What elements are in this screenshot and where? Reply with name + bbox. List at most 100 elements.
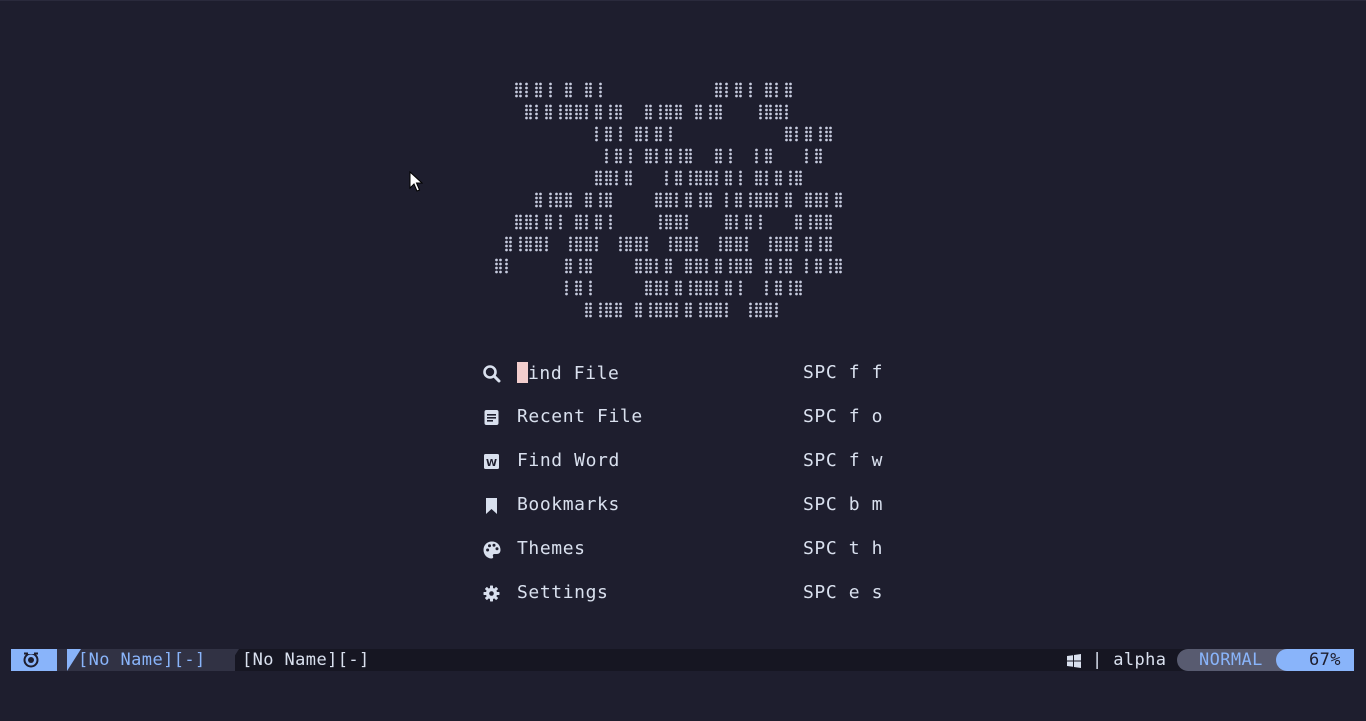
banner-dot [719, 236, 722, 240]
banner-dot [565, 200, 568, 204]
banner-dot [749, 218, 752, 222]
banner-dot [545, 236, 548, 240]
banner-dot [665, 270, 668, 274]
banner-dot [619, 248, 622, 252]
banner-dot [819, 240, 822, 244]
banner-dot [699, 192, 702, 196]
banner-dot [629, 236, 632, 240]
inactive-buffer-name[interactable]: [No Name][-] [242, 649, 370, 671]
banner-dot [659, 126, 662, 130]
banner-dot [715, 160, 718, 164]
banner-dot [769, 160, 772, 164]
banner-dot [579, 116, 582, 120]
banner-dot [785, 192, 788, 196]
banner-dot [685, 270, 688, 274]
banner-dot [775, 82, 778, 86]
active-buffer-tab[interactable]: [No Name][-] [57, 649, 235, 671]
banner-dot [645, 134, 648, 138]
banner-dot [575, 284, 578, 288]
banner-dot [509, 244, 512, 248]
banner-dot [625, 248, 628, 252]
banner-dot [765, 90, 768, 94]
banner-dot [789, 90, 792, 94]
banner-dot [815, 152, 818, 156]
banner-dot [779, 182, 782, 186]
menu-item-themes[interactable]: Themes SPC t h [482, 536, 902, 566]
menu-item-recent-file[interactable]: Recent File SPC f o [482, 404, 902, 434]
banner-dot [619, 138, 622, 142]
banner-dot [735, 218, 738, 222]
banner-dot [679, 284, 682, 288]
banner-dot [669, 108, 672, 112]
banner-dot [749, 262, 752, 266]
menu-item-find-word[interactable]: W Find Word SPC f w [482, 448, 902, 478]
banner-dot [629, 156, 632, 160]
banner-dot [789, 196, 792, 200]
banner-dot [829, 126, 832, 130]
banner-dot [719, 104, 722, 108]
banner-dot [799, 288, 802, 292]
banner-dot [715, 152, 718, 156]
banner-dot [765, 160, 768, 164]
banner-dot [699, 174, 702, 178]
banner-dot [645, 108, 648, 112]
file-text-icon [482, 408, 502, 428]
banner-dot [599, 94, 602, 98]
banner-dot [675, 302, 678, 306]
banner-dot [805, 148, 808, 152]
banner-dot [519, 94, 522, 98]
banner-dot [715, 310, 718, 314]
banner-dot [519, 218, 522, 222]
banner-dot [569, 258, 572, 262]
banner-dot [775, 236, 778, 240]
banner-dot [725, 248, 728, 252]
banner-dot [559, 192, 562, 196]
banner-dot [689, 174, 692, 178]
banner-dot [659, 222, 662, 226]
banner-dot [589, 86, 592, 90]
banner-dot [685, 314, 688, 318]
banner-dot [709, 280, 712, 284]
banner-dot [695, 280, 698, 284]
banner-dot [715, 86, 718, 90]
menu-item-settings[interactable]: Settings SPC e s [482, 580, 902, 610]
banner-dot [505, 270, 508, 274]
banner-dot [569, 204, 572, 208]
banner-dot [719, 266, 722, 270]
banner-dot [669, 126, 672, 130]
banner-dot [679, 160, 682, 164]
banner-dot [585, 90, 588, 94]
banner-dot [705, 266, 708, 270]
banner-dot [529, 226, 532, 230]
banner-dot [609, 112, 612, 116]
menu-item-bookmarks[interactable]: Bookmarks SPC b m [482, 492, 902, 522]
banner-dot [809, 126, 812, 130]
banner-dot [809, 130, 812, 134]
banner-dot [735, 192, 738, 196]
banner-dot [775, 178, 778, 182]
banner-dot [665, 218, 668, 222]
banner-dot [679, 104, 682, 108]
banner-dot [729, 148, 732, 152]
banner-dot [739, 280, 742, 284]
banner-dot [725, 280, 728, 284]
banner-dot [659, 314, 662, 318]
banner-dot [765, 152, 768, 156]
banner-dot [689, 266, 692, 270]
banner-dot [669, 314, 672, 318]
banner-dot [599, 82, 602, 86]
banner-dot [569, 112, 572, 116]
banner-dot [799, 214, 802, 218]
banner-dot [515, 90, 518, 94]
banner-dot [769, 86, 772, 90]
banner-dot [689, 192, 692, 196]
banner-dot [495, 266, 498, 270]
menu-item-find-file[interactable]: ind File SPC f f [482, 360, 902, 390]
banner-dot [785, 204, 788, 208]
banner-dot [655, 192, 658, 196]
banner-dot [669, 248, 672, 252]
banner-dot [659, 192, 662, 196]
banner-dot [739, 196, 742, 200]
banner-dot [579, 284, 582, 288]
banner-dot [725, 314, 728, 318]
